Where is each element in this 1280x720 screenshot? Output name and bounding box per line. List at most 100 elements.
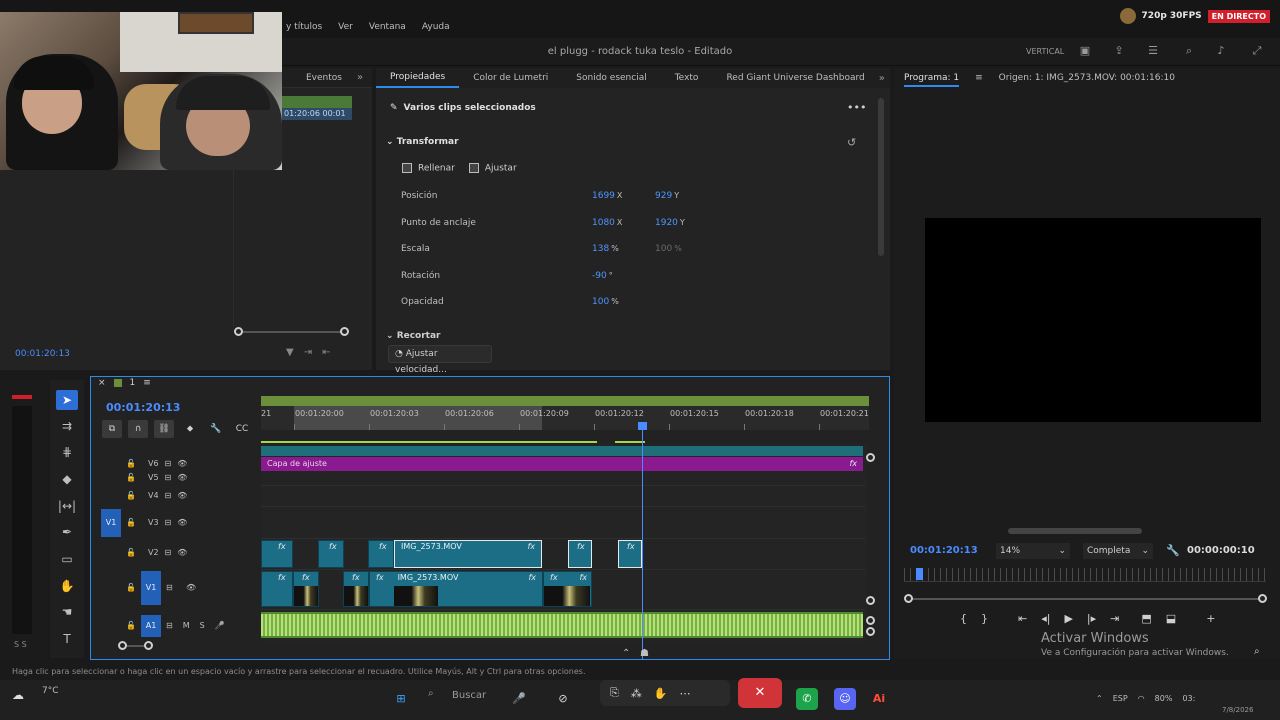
vertical-scroll-handle[interactable] bbox=[866, 453, 875, 462]
play-icon[interactable]: ▶ bbox=[1064, 612, 1072, 625]
chevron-right-icon[interactable]: » bbox=[357, 72, 363, 83]
clip-v1[interactable]: fx IMG_2573.MOV fx bbox=[369, 571, 543, 607]
track-name[interactable]: V6 bbox=[148, 459, 159, 468]
timeline-zoom-scroll[interactable] bbox=[118, 641, 153, 650]
step-forward-icon[interactable]: |▸ bbox=[1087, 612, 1096, 625]
slider-start-handle[interactable] bbox=[904, 594, 913, 603]
eye-icon[interactable]: 👁 bbox=[177, 518, 187, 527]
sync-lock-icon[interactable]: ⊟ bbox=[165, 491, 172, 500]
lock-icon[interactable]: 🔓 bbox=[126, 548, 136, 557]
track-name[interactable]: V3 bbox=[148, 518, 159, 527]
position-x-value[interactable]: 1699 bbox=[592, 191, 615, 201]
menu-item-help[interactable]: Ayuda bbox=[422, 22, 450, 32]
volume-icon[interactable]: ♪ bbox=[1214, 44, 1228, 58]
reset-icon[interactable]: ↺ bbox=[847, 136, 856, 149]
program-zoom-slider[interactable] bbox=[904, 594, 1267, 603]
anchor-x[interactable]: 1080 X bbox=[592, 218, 622, 228]
end-call-button[interactable]: ✕ bbox=[738, 678, 782, 708]
clip-v1[interactable]: fx fx bbox=[543, 571, 592, 607]
track-name[interactable]: V5 bbox=[148, 473, 159, 482]
position-x[interactable]: 1699 X bbox=[592, 191, 622, 201]
sync-lock-icon[interactable]: ⊟ bbox=[166, 621, 173, 630]
camera-off-icon[interactable]: ⊘ bbox=[552, 688, 574, 710]
layout-icon[interactable]: ▣ bbox=[1078, 44, 1092, 58]
vertical-scroll-handle[interactable] bbox=[866, 596, 875, 605]
insert-icon[interactable]: ⇥ bbox=[304, 347, 312, 358]
linked-select-icon[interactable]: ⛓ bbox=[154, 420, 174, 438]
program-timecode[interactable]: 00:01:20:13 bbox=[910, 545, 978, 556]
menu-icon[interactable]: ≡ bbox=[975, 73, 983, 87]
menu-item-titles[interactable]: y títulos bbox=[286, 22, 322, 32]
scale-value-number[interactable]: 138 bbox=[592, 244, 609, 254]
workspaces-icon[interactable]: ☰ bbox=[1146, 44, 1160, 58]
lock-icon[interactable]: 🔓 bbox=[126, 459, 136, 468]
program-scrollbar[interactable] bbox=[1008, 528, 1142, 534]
rectangle-icon[interactable]: ▭ bbox=[56, 549, 78, 569]
clip-v2[interactable]: fx bbox=[261, 540, 293, 568]
menu-item-view[interactable]: Ver bbox=[338, 22, 353, 32]
track-target-v1[interactable]: V1 bbox=[141, 571, 161, 605]
microphone-icon[interactable]: 🎤 bbox=[508, 688, 530, 710]
timeline-playhead-handle[interactable] bbox=[638, 422, 647, 430]
microphone-icon[interactable]: 🎤 bbox=[215, 621, 225, 630]
anchor-y-value[interactable]: 1920 bbox=[655, 218, 678, 228]
source-patch-v1[interactable]: V1 bbox=[101, 509, 121, 537]
marker-icon[interactable]: ⬥ bbox=[180, 420, 200, 438]
type-tool-icon[interactable]: T bbox=[56, 629, 78, 649]
clip-v1[interactable]: fx bbox=[261, 571, 293, 607]
weather-icon[interactable]: ☁ bbox=[12, 688, 24, 702]
left-timecode[interactable]: 00:01:20:13 bbox=[15, 349, 70, 359]
crop-section-header[interactable]: ⌄ Recortar bbox=[386, 331, 441, 339]
track-name[interactable]: V2 bbox=[148, 548, 159, 557]
program-ruler[interactable] bbox=[904, 568, 1266, 582]
share-screen-icon[interactable]: ⎘ bbox=[610, 686, 619, 700]
razor-icon[interactable]: ◆ bbox=[56, 469, 78, 489]
workspace-label[interactable]: VERTICAL bbox=[1026, 47, 1064, 56]
weather-temp[interactable]: 7°C bbox=[42, 686, 59, 696]
track-target-a1[interactable]: A1 bbox=[141, 615, 161, 637]
left-zoom-slider[interactable] bbox=[234, 327, 349, 336]
captions-icon[interactable]: CC bbox=[232, 420, 252, 438]
track-name[interactable]: V4 bbox=[148, 491, 159, 500]
mute-button[interactable]: M bbox=[183, 621, 190, 630]
step-back-icon[interactable]: ◂| bbox=[1041, 612, 1050, 625]
reactions-icon[interactable]: ✋ bbox=[654, 687, 668, 700]
timeline-playhead[interactable] bbox=[642, 430, 643, 660]
tab-text[interactable]: Texto bbox=[661, 73, 713, 83]
slider-end-handle[interactable] bbox=[1258, 594, 1267, 603]
rotation-value[interactable]: -90 ° bbox=[592, 271, 613, 281]
slider-start-handle[interactable] bbox=[234, 327, 243, 336]
properties-scrollbar[interactable] bbox=[878, 98, 884, 256]
menu-icon[interactable]: ≡ bbox=[143, 378, 151, 388]
work-area-bar[interactable] bbox=[261, 396, 869, 406]
adjust-speed-button[interactable]: ◔ Ajustar velocidad... bbox=[388, 345, 492, 375]
extract-icon[interactable]: ⬓ bbox=[1166, 612, 1176, 625]
fit-button[interactable]: Ajustar bbox=[468, 163, 517, 174]
slip-icon[interactable]: |↔| bbox=[56, 496, 78, 516]
go-to-out-icon[interactable]: ⇥ bbox=[1110, 612, 1119, 625]
position-y[interactable]: 929 Y bbox=[655, 191, 679, 201]
ripple-edit-icon[interactable]: ⋕ bbox=[56, 442, 78, 462]
anchor-x-value[interactable]: 1080 bbox=[592, 218, 615, 228]
adjustment-layer-clip[interactable]: Capa de ajuste fx bbox=[261, 457, 863, 471]
illustrator-icon[interactable]: Ai bbox=[868, 688, 890, 710]
tab-program[interactable]: Programa: 1 bbox=[904, 73, 960, 87]
scale-value[interactable]: 138% bbox=[592, 244, 619, 254]
anchor-y[interactable]: 1920 Y bbox=[655, 218, 685, 228]
lock-icon[interactable]: 🔓 bbox=[126, 518, 136, 527]
lock-icon[interactable]: 🔓 bbox=[126, 583, 136, 592]
solo-button[interactable]: S bbox=[200, 621, 205, 630]
tab-events[interactable]: Eventos bbox=[306, 73, 342, 83]
hand-tool-icon[interactable]: ☚ bbox=[56, 602, 78, 622]
language-indicator[interactable]: ESP bbox=[1113, 694, 1128, 703]
wrench-icon[interactable]: 🔧 bbox=[1166, 544, 1180, 557]
sync-lock-icon[interactable]: ⊟ bbox=[165, 548, 172, 557]
overwrite-icon[interactable]: ⇤ bbox=[322, 347, 330, 358]
add-button-icon[interactable]: + bbox=[1206, 612, 1215, 625]
tab-essential-sound[interactable]: Sonido esencial bbox=[562, 73, 660, 83]
zoom-icon[interactable]: ⌕ bbox=[1254, 646, 1260, 657]
start-menu-icon[interactable]: ⊞ bbox=[390, 688, 412, 710]
program-playhead[interactable] bbox=[916, 568, 923, 580]
eye-icon[interactable]: 👁 bbox=[177, 491, 187, 500]
clock-date[interactable]: 7/8/2026 bbox=[1222, 706, 1253, 714]
